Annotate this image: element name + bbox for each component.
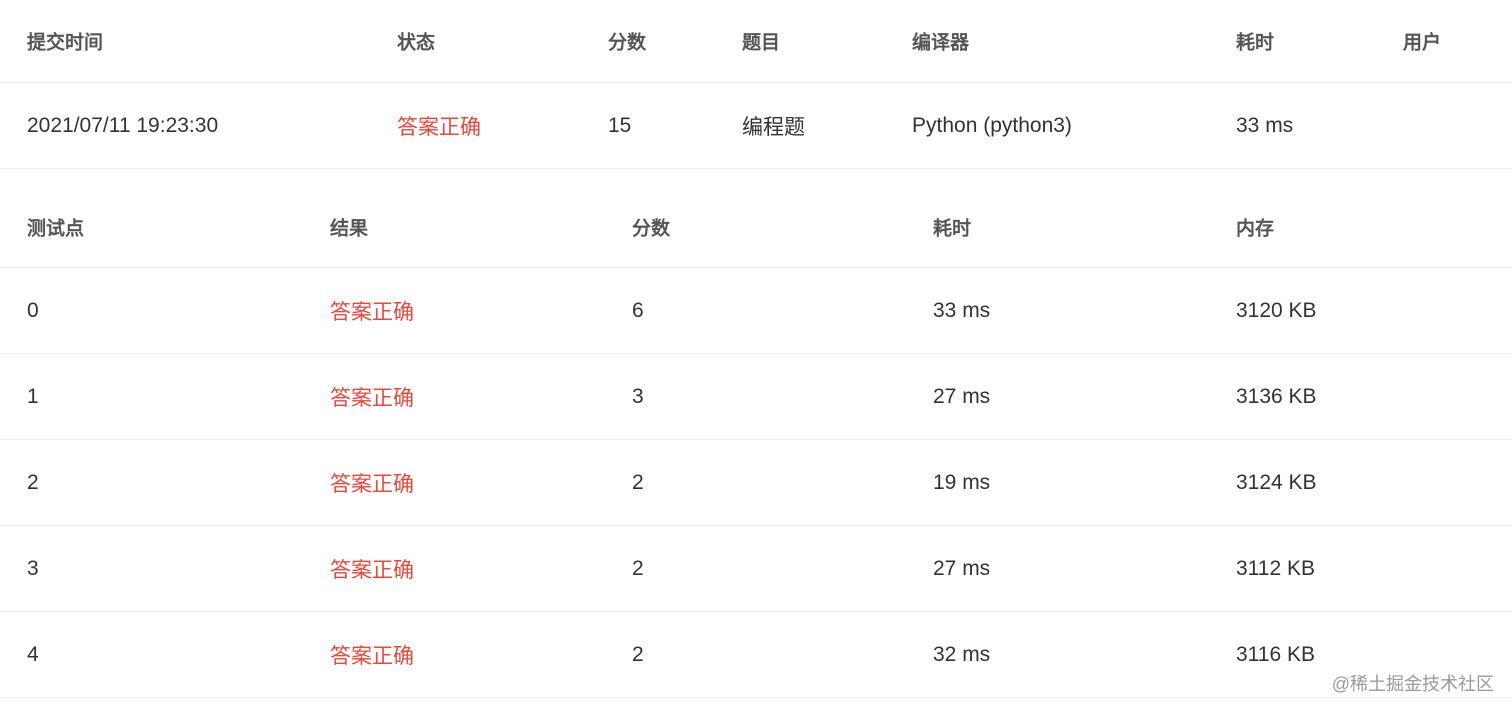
testcase-score: 6 <box>632 298 644 322</box>
testcase-id: 3 <box>27 556 39 580</box>
testcase-score: 2 <box>632 642 644 666</box>
testcase-memory: 3136 KB <box>1236 384 1317 408</box>
header-submit-time: 提交时间 <box>27 32 104 54</box>
table-row: 0 答案正确 6 33 ms 3120 KB <box>0 268 1512 354</box>
header-testcase: 测试点 <box>27 218 85 239</box>
header-status: 状态 <box>397 32 436 54</box>
table-row: 3 答案正确 2 27 ms 3112 KB <box>0 526 1512 612</box>
testcase-time: 33 ms <box>933 298 991 322</box>
watermark: @稀土掘金技术社区 <box>1331 674 1494 694</box>
testcase-id: 1 <box>27 384 39 408</box>
testcase-result: 答案正确 <box>330 300 414 324</box>
table-row: 2 答案正确 2 19 ms 3124 KB <box>0 440 1512 526</box>
submission-score: 15 <box>608 113 632 137</box>
testcase-result: 答案正确 <box>330 558 414 582</box>
submission-problem[interactable]: 编程题 <box>742 111 805 141</box>
testcase-memory: 3112 KB <box>1236 556 1316 580</box>
testcase-score: 2 <box>632 556 644 580</box>
testcase-id: 4 <box>27 642 39 666</box>
testcase-memory: 3124 KB <box>1236 470 1317 494</box>
table-row: 1 答案正确 3 27 ms 3136 KB <box>0 354 1512 440</box>
testcase-result: 答案正确 <box>330 386 414 410</box>
testcase-id: 0 <box>27 298 39 322</box>
testcase-score: 2 <box>632 470 644 494</box>
testcase-time: 27 ms <box>933 556 991 580</box>
testcase-memory: 3116 KB <box>1236 642 1316 666</box>
header-memory: 内存 <box>1236 218 1275 239</box>
header-testcase-score: 分数 <box>632 218 671 239</box>
testcase-result: 答案正确 <box>330 644 414 668</box>
testcase-time: 32 ms <box>933 642 991 666</box>
submit-time: 2021/07/11 19:23:30 <box>27 113 219 137</box>
header-result: 结果 <box>330 218 369 239</box>
header-user: 用户 <box>1403 32 1442 54</box>
table-row: 4 答案正确 2 32 ms 3116 KB <box>0 612 1512 698</box>
testcase-time: 27 ms <box>933 384 991 408</box>
header-testcase-time: 耗时 <box>933 218 972 239</box>
testcase-memory: 3120 KB <box>1236 298 1317 322</box>
submission-status[interactable]: 答案正确 <box>397 111 481 141</box>
header-score: 分数 <box>608 32 647 54</box>
testcase-time: 19 ms <box>933 470 991 494</box>
submission-time-cost: 33 ms <box>1236 113 1294 137</box>
submission-header-row: 提交时间 状态 分数 题目 编译器 耗时 用户 <box>0 0 1512 83</box>
header-compiler: 编译器 <box>912 32 970 54</box>
header-problem: 题目 <box>742 32 781 54</box>
submission-row: 2021/07/11 19:23:30 答案正确 15 编程题 Python (… <box>0 83 1512 169</box>
testcase-score: 3 <box>632 384 644 408</box>
header-time-cost: 耗时 <box>1236 32 1275 54</box>
testcase-result: 答案正确 <box>330 472 414 496</box>
submission-result-page: 提交时间 状态 分数 题目 编译器 耗时 用户 2021/07/11 19:23… <box>0 0 1512 714</box>
testcase-id: 2 <box>27 470 39 494</box>
submission-compiler: Python (python3) <box>912 113 1072 137</box>
testcase-header-row: 测试点 结果 分数 耗时 内存 <box>0 186 1512 268</box>
